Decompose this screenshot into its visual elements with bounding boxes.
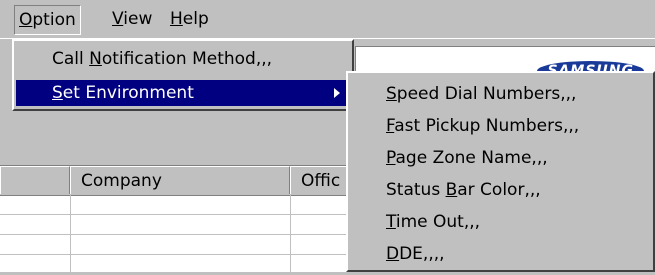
menu-item-label: DE,,,, — [399, 244, 445, 264]
menu-item-dde[interactable]: DDE,,,, — [350, 241, 651, 267]
menu-item-mnemonic: S — [386, 84, 397, 104]
menu-view[interactable]: View — [108, 5, 156, 33]
menu-item-set-environment[interactable]: Set Environment — [16, 80, 350, 106]
menu-item-label: age Zone Name,,, — [395, 148, 548, 168]
menu-bar: Option View Help — [0, 0, 655, 39]
menu-option-label: ption — [32, 10, 76, 30]
menu-item-status-bar-color[interactable]: Status Bar Color,,, — [350, 177, 651, 203]
menu-item-page-zone-name[interactable]: Page Zone Name,,, — [350, 145, 651, 171]
menu-help-mnemonic: H — [170, 9, 183, 29]
menu-item-time-out[interactable]: Time Out,,, — [350, 209, 651, 235]
menu-item-label: et Environment — [62, 83, 194, 103]
menu-item-label: ime Out,,, — [395, 212, 481, 232]
menu-option[interactable]: Option — [14, 5, 81, 35]
menu-item-label: ast Pickup Numbers,,, — [394, 116, 580, 136]
menu-item-speed-dial-numbers[interactable]: Speed Dial Numbers,,, — [350, 81, 651, 107]
menu-item-mnemonic: B — [445, 180, 458, 200]
menu-item-call-notification-method[interactable]: Call Notification Method,,, — [16, 46, 350, 72]
menu-view-mnemonic: V — [112, 9, 124, 29]
column-header-company[interactable]: Company — [70, 166, 290, 194]
menu-item-mnemonic: S — [52, 83, 63, 103]
menu-option-mnemonic: O — [19, 10, 33, 30]
menu-view-label: iew — [123, 9, 153, 29]
column-header-blank[interactable] — [0, 166, 70, 194]
menu-item-label-pre: Status — [386, 180, 446, 200]
column-divider — [70, 195, 71, 272]
menu-item-label: otification Method,,, — [101, 49, 273, 69]
menu-item-mnemonic: D — [386, 244, 400, 264]
set-environment-submenu: Speed Dial Numbers,,, Fast Pickup Number… — [346, 71, 655, 272]
menu-item-mnemonic: F — [386, 116, 395, 136]
option-menu: Call Notification Method,,, Set Environm… — [12, 39, 354, 111]
submenu-arrow-icon — [334, 88, 340, 98]
menu-help-label: elp — [182, 9, 209, 29]
menu-item-mnemonic: N — [89, 49, 102, 69]
column-divider — [290, 195, 291, 272]
menu-item-label: peed Dial Numbers,,, — [396, 84, 577, 104]
menu-help[interactable]: Help — [166, 5, 213, 33]
menu-item-mnemonic: P — [386, 148, 396, 168]
menu-item-mnemonic: T — [386, 212, 396, 232]
menu-item-fast-pickup-numbers[interactable]: Fast Pickup Numbers,,, — [350, 113, 651, 139]
menu-item-label: ar Color,,, — [457, 180, 541, 200]
menu-item-label-pre: Call — [52, 49, 90, 69]
